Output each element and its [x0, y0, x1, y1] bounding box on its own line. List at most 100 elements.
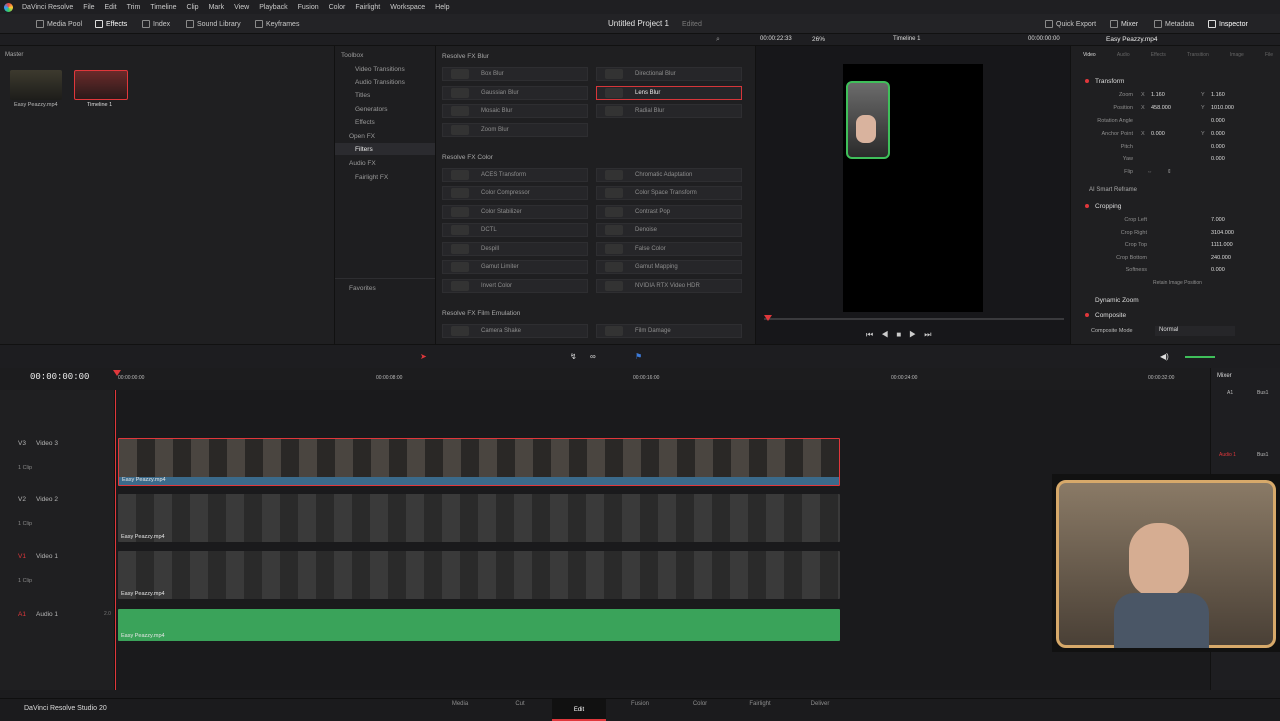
video-clip-v1[interactable]: Easy Peazzy.mp4	[118, 551, 840, 599]
cropping-enable-dot[interactable]	[1085, 204, 1089, 208]
tab-image[interactable]: Image	[1230, 52, 1244, 58]
metadata-button[interactable]: Metadata	[1154, 18, 1194, 30]
section-header-color[interactable]: Resolve FX Color	[442, 154, 493, 161]
video-clip-v2[interactable]: Easy Peazzy.mp4	[118, 494, 840, 542]
position-y-value[interactable]: 1010.000	[1211, 105, 1234, 111]
fx-nvidia-rtx-video-hdr[interactable]: NVIDIA RTX Video HDR	[596, 279, 742, 293]
fx-gamut-mapping[interactable]: Gamut Mapping	[596, 260, 742, 274]
tree-item-titles[interactable]: Titles	[355, 92, 370, 99]
page-edit[interactable]: Edit	[552, 699, 606, 721]
video-clip-v3[interactable]: Easy Peazzy.mp4	[118, 438, 840, 486]
sound-library-button[interactable]: Sound Library	[186, 18, 241, 30]
crop-bottom-value[interactable]: 240.000	[1211, 255, 1231, 261]
crop-right-value[interactable]: 3104.000	[1211, 230, 1234, 236]
tree-item-audio-transitions[interactable]: Audio Transitions	[355, 79, 405, 86]
retain-image-position-checkbox[interactable]: Retain Image Position	[1153, 280, 1202, 286]
tab-audio[interactable]: Audio	[1117, 52, 1130, 58]
fx-despill[interactable]: Despill	[442, 242, 588, 256]
page-cut[interactable]: Cut	[500, 701, 540, 707]
tree-item-generators[interactable]: Generators	[355, 106, 388, 113]
menu-mark[interactable]: Mark	[204, 4, 230, 11]
fx-gaussian-blur[interactable]: Gaussian Blur	[442, 86, 588, 100]
section-header-film-emulation[interactable]: Resolve FX Film Emulation	[442, 310, 520, 317]
zoom-x-value[interactable]: 1.160	[1151, 92, 1165, 98]
media-pool-button[interactable]: Media Pool	[36, 18, 82, 30]
menu-help[interactable]: Help	[430, 4, 454, 11]
fx-radial-blur[interactable]: Radial Blur	[596, 104, 742, 118]
fx-zoom-blur[interactable]: Zoom Blur	[442, 123, 588, 137]
volume-slider[interactable]	[1185, 356, 1215, 358]
fx-dctl[interactable]: DCTL	[442, 223, 588, 237]
viewer-zoom[interactable]: 26%	[812, 36, 825, 43]
fx-directional-blur[interactable]: Directional Blur	[596, 67, 742, 81]
fx-color-space-transform[interactable]: Color Space Transform	[596, 186, 742, 200]
crop-left-value[interactable]: 7.000	[1211, 217, 1225, 223]
dynamic-zoom-section[interactable]: Dynamic Zoom	[1095, 297, 1139, 304]
pitch-value[interactable]: 0.000	[1211, 144, 1225, 150]
menu-trim[interactable]: Trim	[122, 4, 146, 11]
composite-enable-dot[interactable]	[1085, 313, 1089, 317]
menu-fairlight[interactable]: Fairlight	[350, 4, 385, 11]
tab-effects[interactable]: Effects	[1151, 52, 1166, 58]
flip-vertical-icon[interactable]: ⇕	[1167, 169, 1172, 175]
playhead-marker-icon[interactable]	[764, 315, 772, 321]
fx-color-stabilizer[interactable]: Color Stabilizer	[442, 205, 588, 219]
effects-button[interactable]: Effects	[95, 18, 127, 30]
section-header-blur[interactable]: Resolve FX Blur	[442, 53, 489, 60]
snapping-icon[interactable]: ↯	[570, 352, 577, 361]
fx-camera-shake[interactable]: Camera Shake	[442, 324, 588, 338]
transport-controls[interactable]: ⏮◀■▶⏭	[866, 330, 940, 340]
cropping-section-title[interactable]: Cropping	[1095, 203, 1121, 210]
fx-gamut-limiter[interactable]: Gamut Limiter	[442, 260, 588, 274]
index-button[interactable]: Index	[142, 18, 170, 30]
transform-enable-dot[interactable]	[1085, 79, 1089, 83]
fx-mosaic-blur[interactable]: Mosaic Blur	[442, 104, 588, 118]
timeline-timecode[interactable]: 00:00:00:00	[30, 372, 89, 382]
fx-box-blur[interactable]: Box Blur	[442, 67, 588, 81]
anchor-y-value[interactable]: 0.000	[1211, 131, 1225, 137]
yaw-value[interactable]: 0.000	[1211, 156, 1225, 162]
quick-export-button[interactable]: Quick Export	[1045, 18, 1096, 30]
tree-item-effects[interactable]: Effects	[355, 119, 375, 126]
tree-item-filters[interactable]: Filters	[355, 146, 373, 153]
page-media[interactable]: Media	[440, 701, 480, 707]
flag-icon[interactable]: ⚑	[635, 352, 642, 361]
menu-timeline[interactable]: Timeline	[145, 4, 181, 11]
zoom-y-value[interactable]: 1.160	[1211, 92, 1225, 98]
composite-mode-select[interactable]: Normal	[1155, 326, 1235, 336]
media-thumb-video[interactable]	[10, 70, 62, 100]
menu-file[interactable]: File	[78, 4, 99, 11]
selection-tool-icon[interactable]: ➤	[420, 352, 427, 361]
softness-value[interactable]: 0.000	[1211, 267, 1225, 273]
page-fusion[interactable]: Fusion	[620, 701, 660, 707]
viewer-scrubber[interactable]	[764, 318, 1064, 320]
fx-chromatic-adaptation[interactable]: Chromatic Adaptation	[596, 168, 742, 182]
tree-item-audio-fx[interactable]: Audio FX	[349, 160, 376, 167]
menu-fusion[interactable]: Fusion	[293, 4, 324, 11]
tree-item-open-fx[interactable]: Open FX	[349, 133, 375, 140]
fx-denoise[interactable]: Denoise	[596, 223, 742, 237]
fx-aces-transform[interactable]: ACES Transform	[442, 168, 588, 182]
timeline-ruler[interactable]: 00:00:00:00 00:00:00:00 00:00:08:00 00:0…	[0, 368, 1210, 390]
tree-item-fairlight-fx[interactable]: Fairlight FX	[355, 174, 388, 181]
menu-view[interactable]: View	[229, 4, 254, 11]
crop-top-value[interactable]: 1111.000	[1211, 242, 1233, 248]
playhead-icon[interactable]	[113, 370, 121, 376]
inspector-button[interactable]: Inspector	[1208, 18, 1248, 30]
tab-video[interactable]: Video	[1083, 52, 1096, 58]
menu-app[interactable]: DaVinci Resolve	[17, 4, 78, 11]
tree-item-video-transitions[interactable]: Video Transitions	[355, 66, 405, 73]
page-fairlight[interactable]: Fairlight	[740, 701, 780, 707]
keyframes-button[interactable]: Keyframes	[255, 18, 299, 30]
tab-transition[interactable]: Transition	[1187, 52, 1209, 58]
viewer-timeline-name[interactable]: Timeline 1	[893, 36, 920, 42]
audio-clip-a1[interactable]: Easy Peazzy.mp4	[118, 609, 840, 641]
menu-workspace[interactable]: Workspace	[385, 4, 430, 11]
ai-smart-reframe-section[interactable]: AI Smart Reframe	[1089, 187, 1137, 193]
fx-contrast-pop[interactable]: Contrast Pop	[596, 205, 742, 219]
page-color[interactable]: Color	[680, 701, 720, 707]
media-thumb-timeline[interactable]	[74, 70, 128, 100]
fx-color-compressor[interactable]: Color Compressor	[442, 186, 588, 200]
speaker-icon[interactable]: ◀)	[1160, 352, 1169, 361]
composite-section-title[interactable]: Composite	[1095, 312, 1126, 319]
